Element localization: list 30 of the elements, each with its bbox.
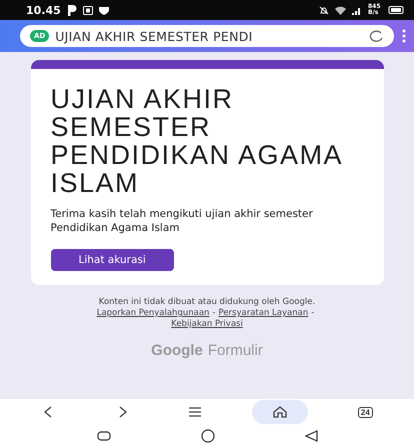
product-name: Formulir — [208, 342, 263, 359]
brand-name: Google — [151, 342, 203, 359]
back-triangle-icon[interactable] — [304, 430, 318, 442]
footer-link[interactable]: Persyaratan Layanan — [218, 308, 308, 318]
clock-time: 10.45 — [26, 4, 61, 16]
home-icon — [272, 405, 288, 419]
view-score-button[interactable]: Lihat akurasi — [50, 249, 174, 271]
page-title: UJIAN AKHIR SEMESTER PENDI — [55, 28, 254, 44]
footer-link[interactable]: Laporkan Penyalahgunaan — [96, 308, 210, 318]
link-separator: - — [212, 308, 216, 318]
mute-icon — [319, 6, 329, 14]
link-separator: - — [311, 308, 314, 318]
tab-count: 24 — [358, 406, 373, 418]
parking-icon — [66, 4, 77, 16]
signal-icon — [352, 6, 362, 14]
home-button[interactable] — [252, 400, 308, 424]
form-title: UJIAN AKHIR SEMESTER PENDIDIKAN AGAMA ISLAM — [50, 85, 343, 197]
footer-link[interactable]: Kebijakan Privasi — [171, 319, 243, 329]
reload-icon[interactable] — [368, 30, 384, 42]
disclaimer-text: Konten ini tidak dibuat atau didukung oleh Google. — [98, 297, 316, 308]
shield-icon — [98, 6, 109, 14]
more-icon[interactable] — [402, 29, 406, 43]
menu-icon — [186, 405, 203, 419]
home-circle-icon[interactable] — [200, 429, 214, 443]
confirmation-message: Terima kasih telah mengikuti ujian akhir semester Pendidikan Agama Islam — [50, 207, 314, 235]
notification-icon — [82, 6, 93, 14]
battery-icon — [388, 6, 404, 14]
wifi-icon — [335, 6, 346, 14]
recents-icon[interactable] — [96, 431, 110, 441]
tabs-button[interactable]: 24 — [349, 400, 382, 424]
